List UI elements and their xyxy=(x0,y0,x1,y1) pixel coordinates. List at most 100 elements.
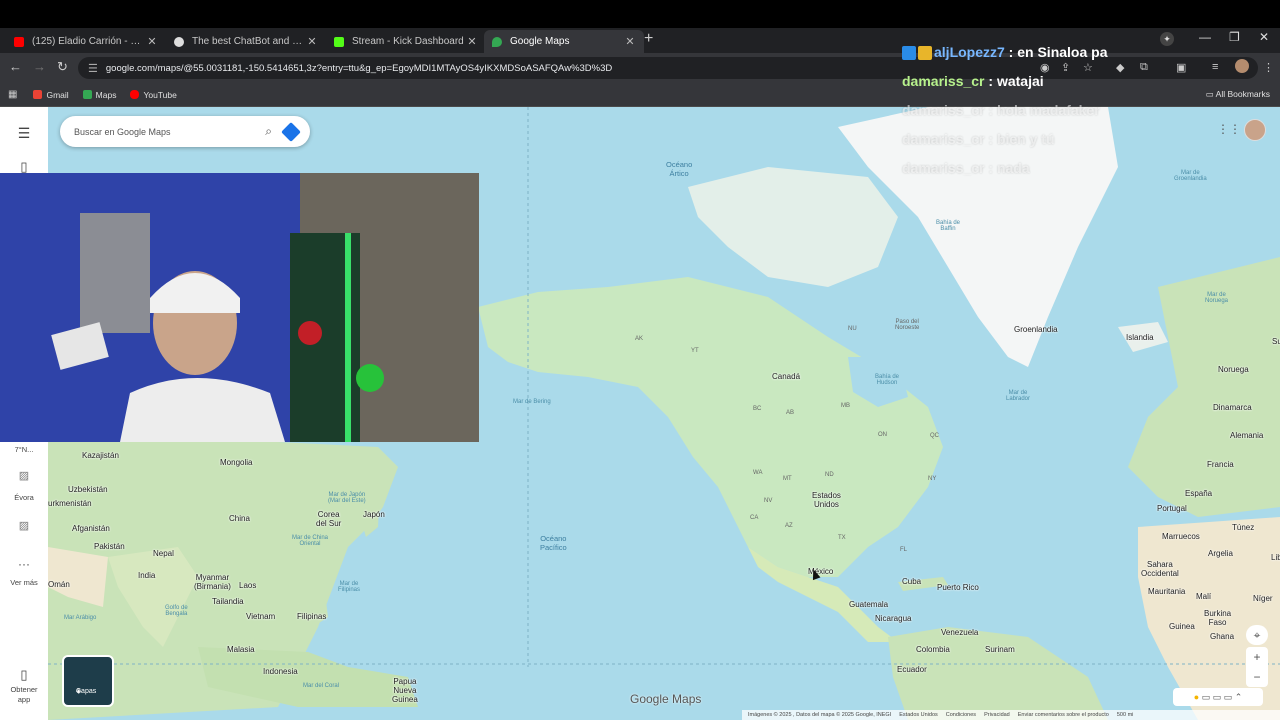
label-myanmar: Myanmar (Birmania) xyxy=(194,573,231,591)
region-qc: QC xyxy=(930,433,939,439)
label-turkmenistan: urkmenistán xyxy=(48,499,92,508)
recent-place-evora[interactable]: Évora xyxy=(0,493,48,502)
webcam-scene xyxy=(0,173,479,442)
label-libya-partial: Lib xyxy=(1271,553,1280,562)
tab-chatbot[interactable]: The best ChatBot and Widgets ✕ xyxy=(166,30,326,53)
map-footer: Imágenes © 2025 , Datos del mapa © 2025 … xyxy=(742,710,1280,720)
water-label: Ártico xyxy=(669,169,689,178)
street-view-tray[interactable]: ● ▭ ▭ ▭ ⌃ xyxy=(1173,688,1263,706)
feedback-link[interactable]: Enviar comentarios sobre el producto xyxy=(1018,712,1109,718)
close-tab-icon[interactable]: ✕ xyxy=(146,35,158,48)
apps-grid-icon[interactable]: ▦ xyxy=(8,89,17,100)
google-maps-logo: Google Maps xyxy=(630,692,702,706)
north-america-land xyxy=(478,277,943,577)
close-tab-icon[interactable]: ✕ xyxy=(466,35,478,48)
label-suriname: Surinam xyxy=(985,645,1015,654)
region-mb: MB xyxy=(841,403,850,409)
reload-icon[interactable]: ↻ xyxy=(57,59,68,75)
label-mali: Malí xyxy=(1196,592,1212,601)
water-label: Pacífico xyxy=(540,543,567,552)
water-label: Oriental xyxy=(299,541,321,547)
bookmark-maps[interactable]: Maps xyxy=(82,90,116,100)
chat-username: aljLopezz7 xyxy=(934,44,1005,60)
recent-place-thumbnail[interactable]: ▨ xyxy=(0,469,48,482)
url-text: google.com/maps/@55.0031181,-150.5414651… xyxy=(105,62,613,74)
label-algeria: Argelia xyxy=(1208,549,1233,558)
maps-icon xyxy=(82,90,92,99)
zoom-out-button[interactable]: − xyxy=(1246,667,1268,687)
recent-place-thumbnail-2[interactable]: ▨ xyxy=(0,519,48,532)
region-nv: NV xyxy=(764,498,773,504)
recent-place-label[interactable]: 7°N... xyxy=(0,445,48,454)
kick-icon xyxy=(334,36,344,47)
water-label: Labrador xyxy=(1006,396,1031,402)
back-icon[interactable]: ← xyxy=(9,59,22,74)
see-more-label[interactable]: Ver más xyxy=(0,578,48,587)
label-denmark: Dinamarca xyxy=(1213,403,1252,412)
tab-kick-dashboard[interactable]: Stream - Kick Dashboard ✕ xyxy=(326,30,486,53)
menu-icon[interactable]: ⋮ xyxy=(1263,61,1274,74)
close-tab-icon[interactable]: ✕ xyxy=(624,35,636,48)
label-sweden-partial: Suec xyxy=(1272,337,1280,346)
chat-text: : nada xyxy=(984,160,1030,176)
label-cuba: Cuba xyxy=(902,577,922,586)
gmail-icon xyxy=(33,90,43,99)
tab-youtube[interactable]: (125) Eladio Carrión - Mbappe ✕ xyxy=(6,30,166,53)
zoom-in-button[interactable]: + xyxy=(1246,647,1268,667)
attribution-text: Imágenes © 2025 , Datos del mapa © 2025 … xyxy=(748,712,892,718)
search-icon[interactable]: ⌕ xyxy=(265,124,272,139)
country-label: (Birmania) xyxy=(194,582,231,591)
label-morocco: Marruecos xyxy=(1162,532,1200,541)
label-guatemala: Guatemala xyxy=(849,600,889,609)
label-thailand: Tailandia xyxy=(212,597,244,606)
terms-link[interactable]: Condiciones xyxy=(946,712,976,718)
bering-sea-label: Mar de Bering xyxy=(513,399,551,405)
get-app-label-2[interactable]: app xyxy=(0,695,48,704)
east-china-sea-label: Mar de China Oriental xyxy=(292,535,328,547)
region-link[interactable]: Estados Unidos xyxy=(899,712,938,718)
close-tab-icon[interactable]: ✕ xyxy=(306,35,318,48)
directions-icon[interactable] xyxy=(281,121,301,142)
water-label: Baffin xyxy=(940,226,956,232)
led-strip xyxy=(345,233,351,442)
phone-icon[interactable]: ▯ xyxy=(0,667,48,683)
get-app-label[interactable]: Obtener xyxy=(0,685,48,694)
chat-badge-icon xyxy=(902,46,916,61)
label-puerto-rico: Puerto Rico xyxy=(937,583,979,592)
new-tab-icon[interactable]: + xyxy=(644,30,653,48)
philippine-sea-label: Mar de Filipinas xyxy=(338,581,360,593)
forward-icon[interactable]: → xyxy=(33,59,46,74)
privacy-link[interactable]: Privacidad xyxy=(984,712,1010,718)
label-philippines: Filipinas xyxy=(297,612,327,621)
chat-text: : hola madafaker xyxy=(984,102,1100,118)
scale-label[interactable]: 500 mi xyxy=(1117,712,1134,718)
label-nicaragua: Nicaragua xyxy=(875,614,912,623)
tab-title: The best ChatBot and Widgets xyxy=(192,36,306,47)
bookmark-youtube[interactable]: YouTube xyxy=(130,90,177,100)
region-mt: MT xyxy=(783,476,792,482)
tab-title: Google Maps xyxy=(510,36,570,47)
pegman-icon[interactable]: ● xyxy=(1194,692,1199,702)
water-label: Océano xyxy=(666,160,693,169)
youtube-icon xyxy=(14,36,24,47)
region-ny: NY xyxy=(928,476,937,482)
label-south-korea: Corea del Sur xyxy=(316,510,341,528)
label-iceland: Islandia xyxy=(1126,333,1154,342)
water-label: Océano xyxy=(540,534,567,543)
layers-button[interactable]: ◈ Capas xyxy=(62,655,114,707)
chat-text: : en Sinaloa pa xyxy=(1004,44,1108,60)
my-location-icon[interactable]: ⌖ xyxy=(1246,625,1268,645)
more-dots-icon[interactable]: ··· xyxy=(0,557,48,571)
country-label: del Sur xyxy=(316,519,342,528)
youtube-icon xyxy=(130,90,140,99)
spiderman-figure xyxy=(298,321,322,345)
site-info-icon[interactable]: ☰ xyxy=(88,62,98,75)
layers-text: Capas xyxy=(76,688,97,695)
maps-search-box[interactable]: Buscar en Google Maps ⌕ xyxy=(60,116,310,147)
label-nepal: Nepal xyxy=(153,549,174,558)
chat-username: damariss_cr xyxy=(902,73,985,89)
norwegian-sea-label: Mar de Noruega xyxy=(1205,292,1228,304)
tab-google-maps[interactable]: Google Maps ✕ xyxy=(484,30,644,53)
hamburger-menu-icon[interactable]: ☰ xyxy=(0,125,48,142)
bookmark-gmail[interactable]: Gmail xyxy=(33,90,69,100)
